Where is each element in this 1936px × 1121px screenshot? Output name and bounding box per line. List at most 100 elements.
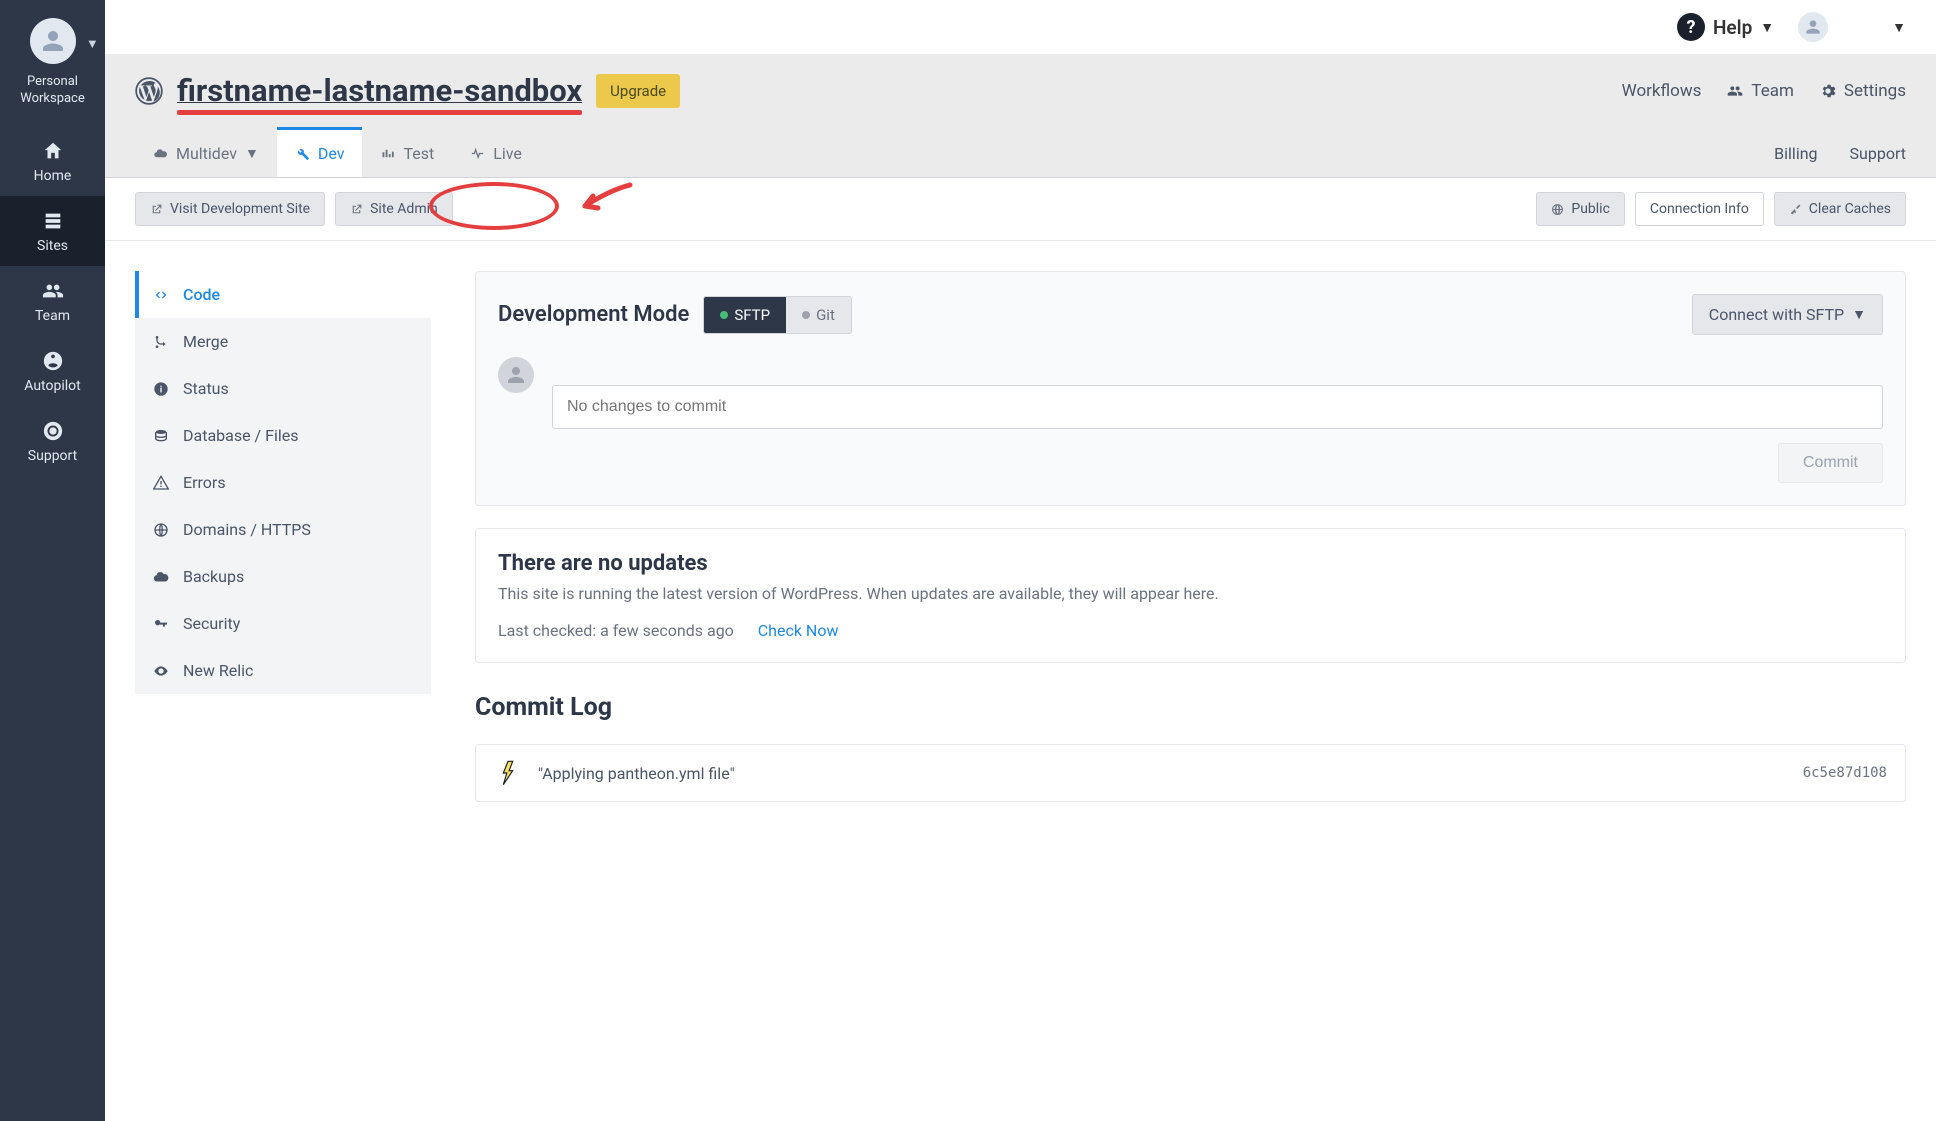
menu-domains[interactable]: Domains / HTTPS bbox=[135, 506, 431, 553]
menu-security[interactable]: Security bbox=[135, 600, 431, 647]
workflows-link[interactable]: Workflows bbox=[1622, 81, 1702, 101]
tab-test[interactable]: Test bbox=[362, 127, 452, 177]
menu-merge-label: Merge bbox=[183, 332, 228, 351]
chevron-down-icon: ▼ bbox=[1760, 19, 1774, 36]
globe-icon bbox=[153, 522, 169, 538]
tab-live[interactable]: Live bbox=[452, 127, 540, 177]
site-admin-button[interactable]: Site Admin bbox=[335, 192, 453, 226]
upgrade-button[interactable]: Upgrade bbox=[596, 74, 680, 108]
annotation-arrow-icon bbox=[575, 180, 635, 216]
team-icon bbox=[1727, 83, 1743, 99]
connect-sftp-label: Connect with SFTP bbox=[1709, 305, 1844, 324]
site-name[interactable]: firstname-lastname-sandbox bbox=[177, 72, 582, 109]
external-link-icon bbox=[350, 203, 363, 216]
action-bar: Visit Development Site Site Admin Public… bbox=[105, 178, 1936, 241]
environment-tabs: Multidev ▼ Dev Test Live bbox=[105, 127, 1936, 178]
billing-link[interactable]: Billing bbox=[1766, 144, 1817, 163]
external-link-icon bbox=[150, 203, 163, 216]
warning-icon bbox=[153, 475, 169, 491]
eye-icon bbox=[153, 663, 169, 679]
merge-icon bbox=[153, 334, 169, 350]
clear-caches-label: Clear Caches bbox=[1809, 201, 1891, 217]
key-icon bbox=[153, 616, 169, 632]
visit-site-button[interactable]: Visit Development Site bbox=[135, 192, 325, 226]
globe-icon bbox=[1551, 203, 1564, 216]
commit-button[interactable]: Commit bbox=[1778, 443, 1883, 483]
commit-author-line bbox=[552, 357, 1883, 375]
tab-multidev[interactable]: Multidev ▼ bbox=[135, 127, 277, 177]
nav-support-label: Support bbox=[28, 448, 77, 464]
menu-status-label: Status bbox=[183, 379, 229, 398]
help-button[interactable]: ? Help ▼ bbox=[1677, 13, 1774, 41]
updates-title: There are no updates bbox=[498, 551, 1883, 576]
nav-team[interactable]: Team bbox=[0, 266, 105, 336]
chevron-down-icon: ▼ bbox=[1892, 19, 1906, 36]
workflows-label: Workflows bbox=[1622, 81, 1702, 101]
tab-dev-label: Dev bbox=[318, 144, 345, 163]
toggle-sftp[interactable]: SFTP bbox=[704, 297, 786, 333]
user-menu-button[interactable]: ▼ bbox=[1798, 12, 1906, 42]
nav-support[interactable]: Support bbox=[0, 406, 105, 476]
topbar: ? Help ▼ ▼ bbox=[105, 0, 1936, 54]
nav-home[interactable]: Home bbox=[0, 126, 105, 196]
tab-live-label: Live bbox=[493, 144, 522, 163]
code-icon bbox=[153, 287, 169, 303]
wordpress-icon bbox=[135, 77, 163, 105]
connection-mode-toggle: SFTP Git bbox=[703, 296, 852, 334]
menu-database-label: Database / Files bbox=[183, 426, 298, 445]
clear-caches-button[interactable]: Clear Caches bbox=[1774, 192, 1906, 226]
tab-test-label: Test bbox=[403, 144, 434, 163]
public-button[interactable]: Public bbox=[1536, 192, 1625, 226]
left-sidebar: ▼ Personal Workspace Home Sites Team Aut… bbox=[0, 0, 105, 1121]
site-admin-label: Site Admin bbox=[370, 201, 438, 217]
toggle-git-label: Git bbox=[816, 306, 835, 324]
menu-errors[interactable]: Errors bbox=[135, 459, 431, 506]
settings-link[interactable]: Settings bbox=[1820, 81, 1906, 101]
commit-author-avatar bbox=[498, 357, 534, 393]
dev-mode-title: Development Mode bbox=[498, 302, 689, 327]
site-header: firstname-lastname-sandbox Upgrade Workf… bbox=[105, 54, 1936, 127]
pantheon-icon bbox=[494, 759, 522, 787]
commit-message-input[interactable] bbox=[552, 385, 1883, 429]
connect-sftp-button[interactable]: Connect with SFTP ▼ bbox=[1692, 294, 1883, 335]
tab-multidev-label: Multidev bbox=[176, 144, 237, 163]
gear-icon bbox=[1820, 83, 1836, 99]
tab-dev[interactable]: Dev bbox=[277, 127, 363, 177]
menu-merge[interactable]: Merge bbox=[135, 318, 431, 365]
check-now-link[interactable]: Check Now bbox=[758, 621, 839, 640]
menu-newrelic-label: New Relic bbox=[183, 661, 253, 680]
workspace-label: Personal Workspace bbox=[20, 74, 85, 108]
nav-team-label: Team bbox=[35, 308, 70, 324]
menu-backups[interactable]: Backups bbox=[135, 553, 431, 600]
nav-sites-label: Sites bbox=[37, 238, 68, 254]
status-dot-icon bbox=[802, 311, 810, 319]
team-label: Team bbox=[1751, 81, 1794, 101]
team-link[interactable]: Team bbox=[1727, 81, 1794, 101]
svg-text:i: i bbox=[160, 384, 162, 395]
pulse-icon bbox=[470, 146, 485, 161]
workspace-switcher[interactable]: ▼ Personal Workspace bbox=[20, 18, 85, 108]
menu-status[interactable]: i Status bbox=[135, 365, 431, 412]
billing-label: Billing bbox=[1774, 144, 1817, 163]
visit-site-label: Visit Development Site bbox=[170, 201, 310, 217]
nav-autopilot[interactable]: Autopilot bbox=[0, 336, 105, 406]
toggle-sftp-label: SFTP bbox=[734, 306, 770, 324]
menu-code-label: Code bbox=[183, 285, 220, 304]
backup-icon bbox=[153, 569, 169, 585]
menu-database[interactable]: Database / Files bbox=[135, 412, 431, 459]
cloud-icon bbox=[153, 146, 168, 161]
settings-label: Settings bbox=[1844, 81, 1906, 101]
toggle-git[interactable]: Git bbox=[786, 297, 851, 333]
chevron-down-icon: ▼ bbox=[1852, 306, 1866, 323]
menu-code[interactable]: Code bbox=[135, 271, 431, 318]
connection-info-button[interactable]: Connection Info bbox=[1635, 192, 1764, 226]
updates-panel: There are no updates This site is runnin… bbox=[475, 528, 1906, 663]
support-link[interactable]: Support bbox=[1842, 144, 1906, 163]
help-label: Help bbox=[1713, 16, 1752, 39]
public-label: Public bbox=[1571, 201, 1610, 217]
nav-sites[interactable]: Sites bbox=[0, 196, 105, 266]
nav-autopilot-label: Autopilot bbox=[24, 378, 80, 394]
support-label: Support bbox=[1850, 144, 1906, 163]
menu-newrelic[interactable]: New Relic bbox=[135, 647, 431, 694]
commit-log-entry[interactable]: "Applying pantheon.yml file" 6c5e87d108 bbox=[475, 744, 1906, 802]
